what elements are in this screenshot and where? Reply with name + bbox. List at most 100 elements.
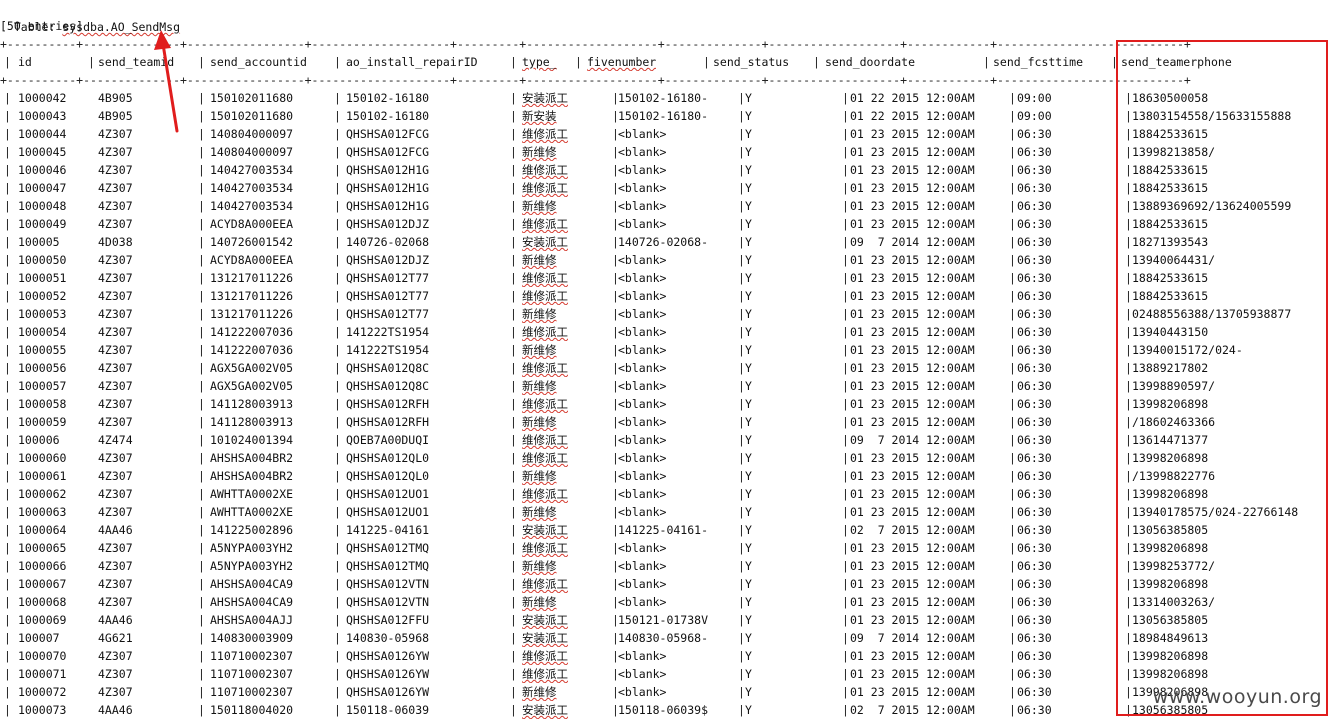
cell-send-doordate: 01 23 2015 12:00AM [850, 325, 975, 339]
table-row[interactable]: | 100007 4G621 140830003909 140830-05968 安装派工… [0, 629, 1334, 647]
table-row[interactable]: | 1000071 4Z307 110710002307 QHSHSA0126YW 维修派… [0, 665, 1334, 683]
cell-ao-install-repairid: QHSHSA012H1G [346, 181, 430, 195]
column-header-ao-install-repairid[interactable]: ao_install_repairID [346, 53, 478, 71]
column-separator: | [510, 451, 517, 465]
column-separator: | [510, 433, 517, 447]
table-row[interactable]: | 1000044 4Z307 140804000097 QHSHSA012FCG 维修派… [0, 125, 1334, 143]
table-row[interactable]: | 1000063 4Z307 AWHTTA0002XE QHSHSA012UO1 新维修… [0, 503, 1334, 521]
table-row[interactable]: | 1000056 4Z307 AGX5GA002V05 QHSHSA012Q8C 维修派… [0, 359, 1334, 377]
cell-send-status: Y [745, 343, 752, 357]
table-row[interactable]: | 1000051 4Z307 131217011226 QHSHSA012T77 维修派… [0, 269, 1334, 287]
table-row[interactable]: | 1000062 4Z307 AWHTTA0002XE QHSHSA012UO1 维修派… [0, 485, 1334, 503]
column-separator: | [1009, 325, 1016, 339]
column-header-id[interactable]: id [18, 53, 32, 71]
cell-fivenumber: <blank> [618, 217, 667, 231]
cell-fivenumber: 150102-16180- [618, 91, 709, 105]
column-header-send-teamerphone[interactable]: send_teamerphone [1121, 53, 1232, 71]
cell-id: 1000073 [18, 703, 67, 717]
column-separator: | [1125, 577, 1132, 591]
column-separator: | [1125, 595, 1132, 609]
cell-send-doordate: 01 23 2015 12:00AM [850, 487, 975, 501]
cell-fivenumber: 141225-04161- [618, 523, 709, 537]
table-row[interactable]: | 1000049 4Z307 ACYD8A000EEA QHSHSA012DJZ 维修派… [0, 215, 1334, 233]
column-separator: | [1009, 595, 1016, 609]
table-row[interactable]: | 1000055 4Z307 141222007036 141222TS1954 新维修… [0, 341, 1334, 359]
cell-send-status: Y [745, 685, 752, 699]
table-row[interactable]: | 1000060 4Z307 AHSHSA004BR2 QHSHSA012QL0 维修派… [0, 449, 1334, 467]
cell-id: 1000065 [18, 541, 67, 555]
table-row[interactable]: | 1000042 4B905 150102011680 150102-16180 安装派… [0, 89, 1334, 107]
table-row[interactable]: | 100006 4Z474 101024001394 QOEB7A00DUQI 维修派工… [0, 431, 1334, 449]
table-row[interactable]: | 1000067 4Z307 AHSHSA004CA9 QHSHSA012VTN 维修派… [0, 575, 1334, 593]
column-header-send-fcsttime[interactable]: send_fcsttime [993, 53, 1083, 71]
table-row[interactable]: | 1000057 4Z307 AGX5GA002V05 QHSHSA012Q8C 新维修… [0, 377, 1334, 395]
table-row[interactable]: | 1000069 4AA46 AHSHSA004AJJ QHSHSA012FFU 安装派… [0, 611, 1334, 629]
column-separator: | [1009, 613, 1016, 627]
column-header-send-teamid[interactable]: send_teamid [98, 53, 174, 71]
cell-fivenumber: 150118-06039$ [618, 703, 709, 717]
column-separator: | [612, 127, 619, 141]
table-row[interactable]: | 1000061 4Z307 AHSHSA004BR2 QHSHSA012QL0 新维修… [0, 467, 1334, 485]
cell-type: 维修派工 [522, 181, 568, 195]
table-row[interactable]: | 1000072 4Z307 110710002307 QHSHSA0126YW 新维修… [0, 683, 1334, 701]
cell-send-accountid: 150102011680 [210, 109, 294, 123]
cell-send-status: Y [745, 181, 752, 195]
cell-send-doordate: 01 23 2015 12:00AM [850, 217, 975, 231]
table-row[interactable]: | 1000058 4Z307 141128003913 QHSHSA012RFH 维修派… [0, 395, 1334, 413]
table-row[interactable]: | 1000066 4Z307 A5NYPA003YH2 QHSHSA012TMQ 新维修… [0, 557, 1334, 575]
column-separator: | [842, 523, 849, 537]
cell-fivenumber: <blank> [618, 361, 667, 375]
table-row[interactable]: | 1000046 4Z307 140427003534 QHSHSA012H1G 维修派… [0, 161, 1334, 179]
table-row[interactable]: | 1000064 4AA46 141225002896 141225-04161 安装派… [0, 521, 1334, 539]
cell-fivenumber: <blank> [618, 289, 667, 303]
column-separator: | [612, 487, 619, 501]
column-separator: | [738, 325, 745, 339]
cell-send-teamid: 4Z307 [98, 595, 133, 609]
column-separator: | [510, 307, 517, 321]
cell-send-fcsttime: 06:30 [1017, 163, 1052, 177]
cell-send-teamerphone: 13998206898 [1132, 397, 1209, 411]
cell-send-accountid: 140427003534 [210, 199, 294, 213]
table-row[interactable]: | 1000048 4Z307 140427003534 QHSHSA012H1G 新维修… [0, 197, 1334, 215]
table-row[interactable]: | 100005 4D038 140726001542 140726-02068 安装派工… [0, 233, 1334, 251]
column-separator: | [198, 577, 205, 591]
column-separator: | [1009, 289, 1016, 303]
column-separator: | [842, 667, 849, 681]
table-row[interactable]: | 1000065 4Z307 A5NYPA003YH2 QHSHSA012TMQ 维修派… [0, 539, 1334, 557]
column-header-send-doordate[interactable]: send_doordate [825, 53, 915, 71]
table-row[interactable]: | 1000050 4Z307 ACYD8A000EEA QHSHSA012DJZ 新维修… [0, 251, 1334, 269]
column-header-send-accountid[interactable]: send_accountid [210, 53, 307, 71]
table-row[interactable]: | 1000043 4B905 150102011680 150102-16180 新安装… [0, 107, 1334, 125]
table-row[interactable]: | 1000054 4Z307 141222007036 141222TS1954 维修派… [0, 323, 1334, 341]
cell-send-teamid: 4AA46 [98, 523, 133, 537]
table-row[interactable]: | 1000070 4Z307 110710002307 QHSHSA0126YW 维修派… [0, 647, 1334, 665]
cell-send-teamerphone: 13614471377 [1132, 433, 1209, 447]
column-separator: | [612, 397, 619, 411]
table-row[interactable]: | 1000068 4Z307 AHSHSA004CA9 QHSHSA012VTN 新维修… [0, 593, 1334, 611]
table-row[interactable]: | 1000047 4Z307 140427003534 QHSHSA012H1G 维修派… [0, 179, 1334, 197]
column-separator: | [738, 451, 745, 465]
column-header-fivenumber[interactable]: fivenumber [587, 53, 656, 71]
table-row[interactable]: | 1000053 4Z307 131217011226 QHSHSA012T77 新维修… [0, 305, 1334, 323]
column-separator: | [1125, 541, 1132, 555]
cell-send-teamerphone: 13998206898 [1132, 451, 1209, 465]
table-row[interactable]: | 1000059 4Z307 141128003913 QHSHSA012RFH 新维修… [0, 413, 1334, 431]
column-header-send-status[interactable]: send_status [713, 53, 789, 71]
cell-ao-install-repairid: QHSHSA012RFH [346, 415, 430, 429]
column-separator: | [738, 343, 745, 357]
cell-type: 安装派工 [522, 523, 568, 537]
column-separator: | [198, 541, 205, 555]
column-separator: | [612, 469, 619, 483]
column-separator: | [1125, 361, 1132, 375]
cell-send-fcsttime: 06:30 [1017, 451, 1052, 465]
table-row[interactable]: | 1000073 4AA46 150118004020 150118-06039 安装派… [0, 701, 1334, 719]
cell-send-teamerphone: 13056385805 [1132, 613, 1209, 627]
column-separator: | [510, 361, 517, 375]
column-header-type[interactable]: type_ [522, 53, 557, 71]
cell-ao-install-repairid: QHSHSA012T77 [346, 271, 430, 285]
table-row[interactable]: | 1000045 4Z307 140804000097 QHSHSA012FCG 新维修… [0, 143, 1334, 161]
cell-send-doordate: 01 22 2015 12:00AM [850, 91, 975, 105]
column-separator: | [198, 253, 205, 267]
column-separator: | [88, 55, 95, 69]
table-row[interactable]: | 1000052 4Z307 131217011226 QHSHSA012T77 维修派… [0, 287, 1334, 305]
